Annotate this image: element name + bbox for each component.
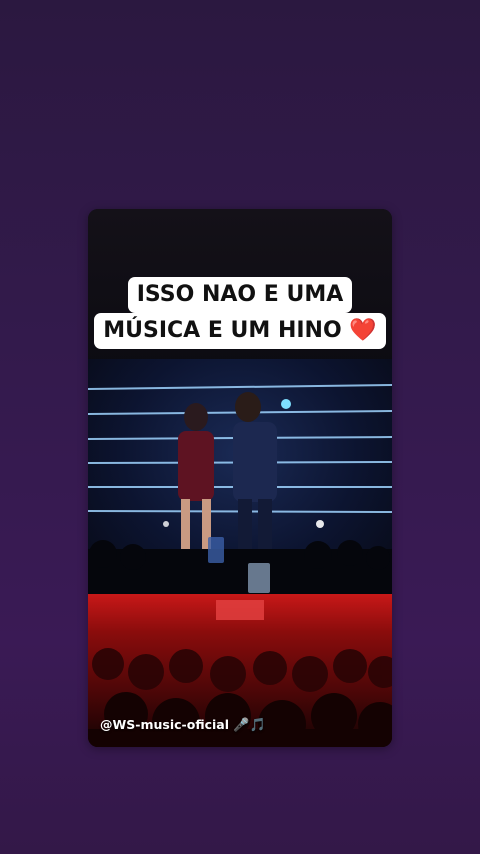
caption-line-1: ISSO NAO E UMA bbox=[127, 277, 353, 313]
story-card[interactable]: ISSO NAO E UMA MÚSICA E UM HINO ❤️ @WS-m… bbox=[88, 209, 392, 747]
microphone-music-icon: 🎤🎵 bbox=[233, 718, 266, 733]
heart-icon: ❤️ bbox=[349, 318, 377, 343]
caption-line-2-text: MÚSICA E UM HINO bbox=[103, 318, 342, 343]
watermark-handle: @WS-music-oficial bbox=[100, 717, 229, 732]
caption-line-1-text: ISSO NAO E UMA bbox=[136, 282, 344, 307]
stage-photo bbox=[88, 359, 392, 595]
story-caption: ISSO NAO E UMA MÚSICA E UM HINO ❤️ bbox=[88, 277, 392, 349]
caption-line-2: MÚSICA E UM HINO ❤️ bbox=[94, 313, 386, 349]
watermark: @WS-music-oficial 🎤🎵 bbox=[100, 717, 266, 733]
